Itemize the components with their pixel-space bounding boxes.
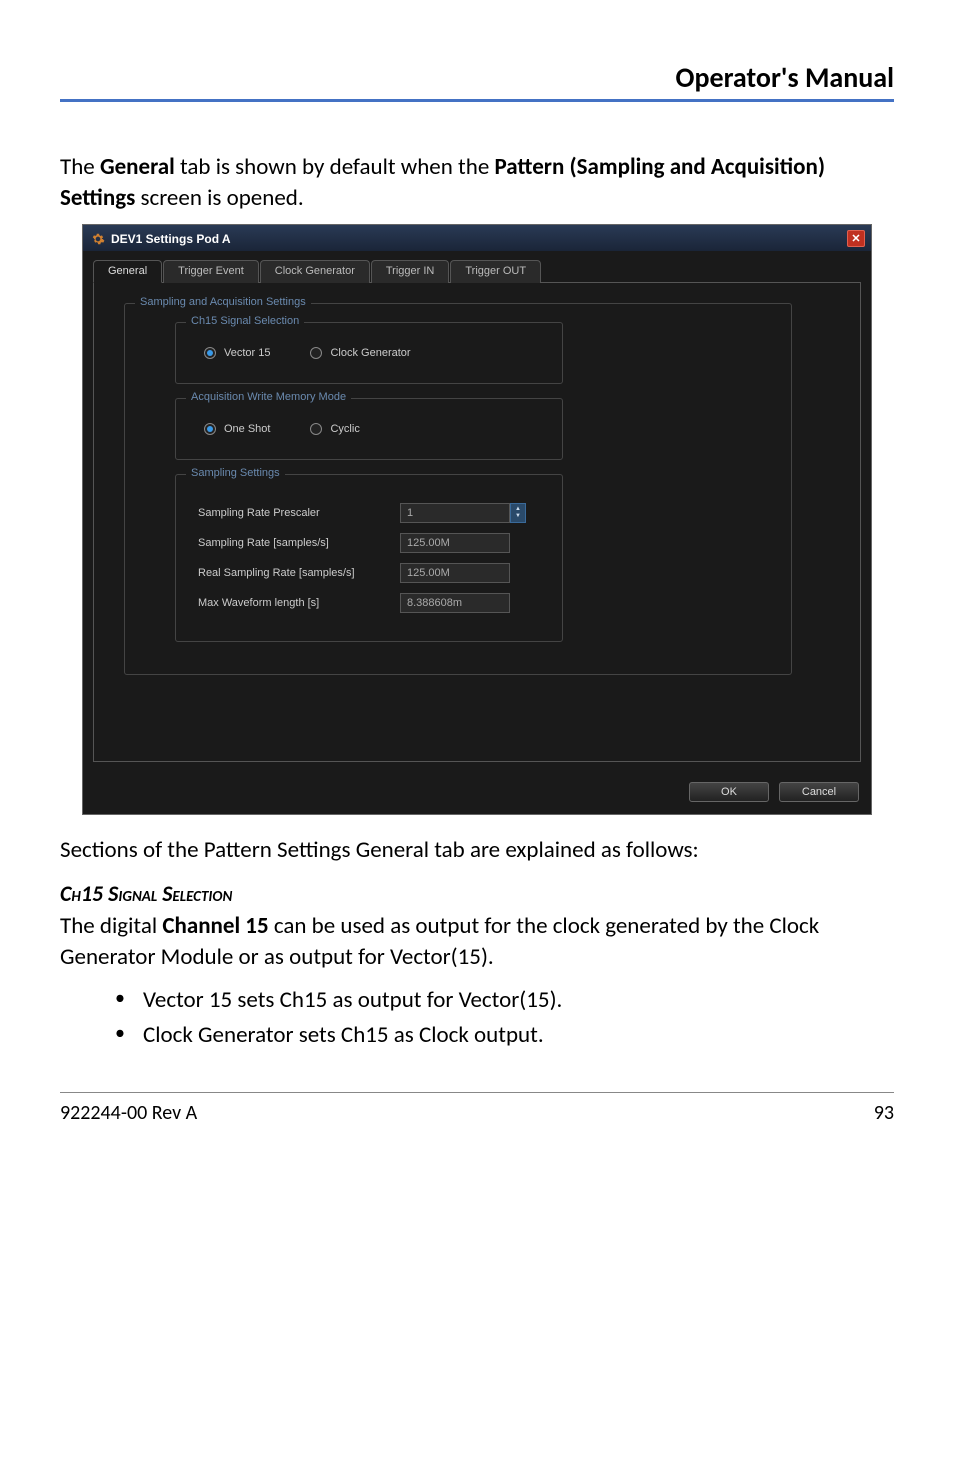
group-sampling-settings: Sampling Settings Sampling Rate Prescale… — [175, 474, 563, 642]
list-item: Vector 15 sets Ch15 as output for Vector… — [115, 983, 894, 1018]
list-item: Clock Generator sets Ch15 as Clock outpu… — [115, 1018, 894, 1053]
field-label: Max Waveform length [s] — [198, 597, 388, 609]
sampling-rate-input[interactable]: 125.00M — [400, 533, 510, 553]
tab-trigger-in[interactable]: Trigger IN — [371, 260, 450, 283]
field-label: Sampling Rate Prescaler — [198, 507, 388, 519]
footer-left: 922244-00 Rev A — [60, 1101, 197, 1125]
settings-dialog-screenshot: DEV1 Settings Pod A ✕ General Trigger Ev… — [82, 224, 872, 815]
field-label: Real Sampling Rate [samples/s] — [198, 567, 388, 579]
chevron-up-icon: ▲ — [515, 506, 521, 513]
radio-label: Vector 15 — [224, 347, 270, 359]
tab-trigger-out[interactable]: Trigger OUT — [450, 260, 541, 283]
close-icon: ✕ — [851, 232, 860, 245]
field-row-sampling-rate: Sampling Rate [samples/s] 125.00M — [198, 533, 544, 553]
paragraph: The digital Channel 15 can be used as ou… — [60, 911, 894, 973]
ok-button[interactable]: OK — [689, 782, 769, 802]
group-acquisition-mode: Acquisition Write Memory Mode One Shot C… — [175, 398, 563, 460]
bullet-list: Vector 15 sets Ch15 as output for Vector… — [60, 983, 894, 1052]
tab-container: General Trigger Event Clock Generator Tr… — [83, 251, 871, 772]
radio-label: Cyclic — [330, 423, 359, 435]
group-legend: Acquisition Write Memory Mode — [186, 391, 351, 403]
text: tab is shown by default when the — [175, 153, 495, 181]
group-legend: Sampling and Acquisition Settings — [135, 296, 311, 308]
tab-trigger-event[interactable]: Trigger Event — [163, 260, 259, 283]
max-waveform-value: 8.388608m — [400, 593, 510, 613]
group-legend: Sampling Settings — [186, 467, 285, 479]
chevron-down-icon: ▼ — [515, 513, 521, 520]
tab-clock-generator[interactable]: Clock Generator — [260, 260, 370, 283]
text-bold: General — [100, 153, 175, 181]
page-footer: 922244-00 Rev A 93 — [60, 1092, 894, 1125]
radio-cyclic[interactable]: Cyclic — [310, 423, 359, 435]
text: screen is opened. — [135, 184, 303, 212]
radio-icon — [310, 347, 322, 359]
tab-panel-general: Sampling and Acquisition Settings Ch15 S… — [93, 282, 861, 762]
radio-clock-generator[interactable]: Clock Generator — [310, 347, 410, 359]
radio-label: One Shot — [224, 423, 270, 435]
intro-paragraph: The General tab is shown by default when… — [60, 152, 894, 214]
page-header: Operator's Manual — [60, 60, 894, 102]
dialog-window: DEV1 Settings Pod A ✕ General Trigger Ev… — [82, 224, 872, 815]
dialog-title: DEV1 Settings Pod A — [111, 232, 847, 246]
prescaler-spinner[interactable]: 1 ▲ ▼ — [400, 503, 526, 523]
close-button[interactable]: ✕ — [847, 230, 865, 247]
tab-row: General Trigger Event Clock Generator Tr… — [93, 259, 861, 282]
field-row-real-rate: Real Sampling Rate [samples/s] 125.00M — [198, 563, 544, 583]
radio-vector15[interactable]: Vector 15 — [204, 347, 270, 359]
header-title: Operator's Manual — [60, 60, 894, 95]
text: The digital — [60, 912, 162, 940]
radio-label: Clock Generator — [330, 347, 410, 359]
radio-one-shot[interactable]: One Shot — [204, 423, 270, 435]
group-ch15-signal: Ch15 Signal Selection Vector 15 Clock Ge… — [175, 322, 563, 384]
footer-page-number: 93 — [874, 1101, 894, 1125]
group-sampling-acquisition: Sampling and Acquisition Settings Ch15 S… — [124, 303, 792, 675]
dialog-button-row: OK Cancel — [83, 772, 871, 814]
text-bold: Channel 15 — [162, 912, 268, 940]
field-row-max-waveform: Max Waveform length [s] 8.388608m — [198, 593, 544, 613]
paragraph: Sections of the Pattern Settings General… — [60, 835, 894, 866]
dialog-titlebar: DEV1 Settings Pod A ✕ — [83, 225, 871, 251]
radio-icon — [310, 423, 322, 435]
radio-icon — [204, 423, 216, 435]
group-legend: Ch15 Signal Selection — [186, 315, 304, 327]
real-sampling-rate-value: 125.00M — [400, 563, 510, 583]
tab-general[interactable]: General — [93, 260, 162, 283]
cancel-button[interactable]: Cancel — [779, 782, 859, 802]
spinner-buttons[interactable]: ▲ ▼ — [510, 503, 526, 523]
radio-icon — [204, 347, 216, 359]
radio-row: Vector 15 Clock Generator — [198, 341, 544, 365]
field-row-prescaler: Sampling Rate Prescaler 1 ▲ ▼ — [198, 503, 544, 523]
gear-icon — [91, 232, 105, 246]
section-heading: Ch15 Signal Selection — [60, 880, 894, 907]
prescaler-input[interactable]: 1 — [400, 503, 510, 523]
field-label: Sampling Rate [samples/s] — [198, 537, 388, 549]
text: The — [60, 153, 100, 181]
radio-row: One Shot Cyclic — [198, 417, 544, 441]
